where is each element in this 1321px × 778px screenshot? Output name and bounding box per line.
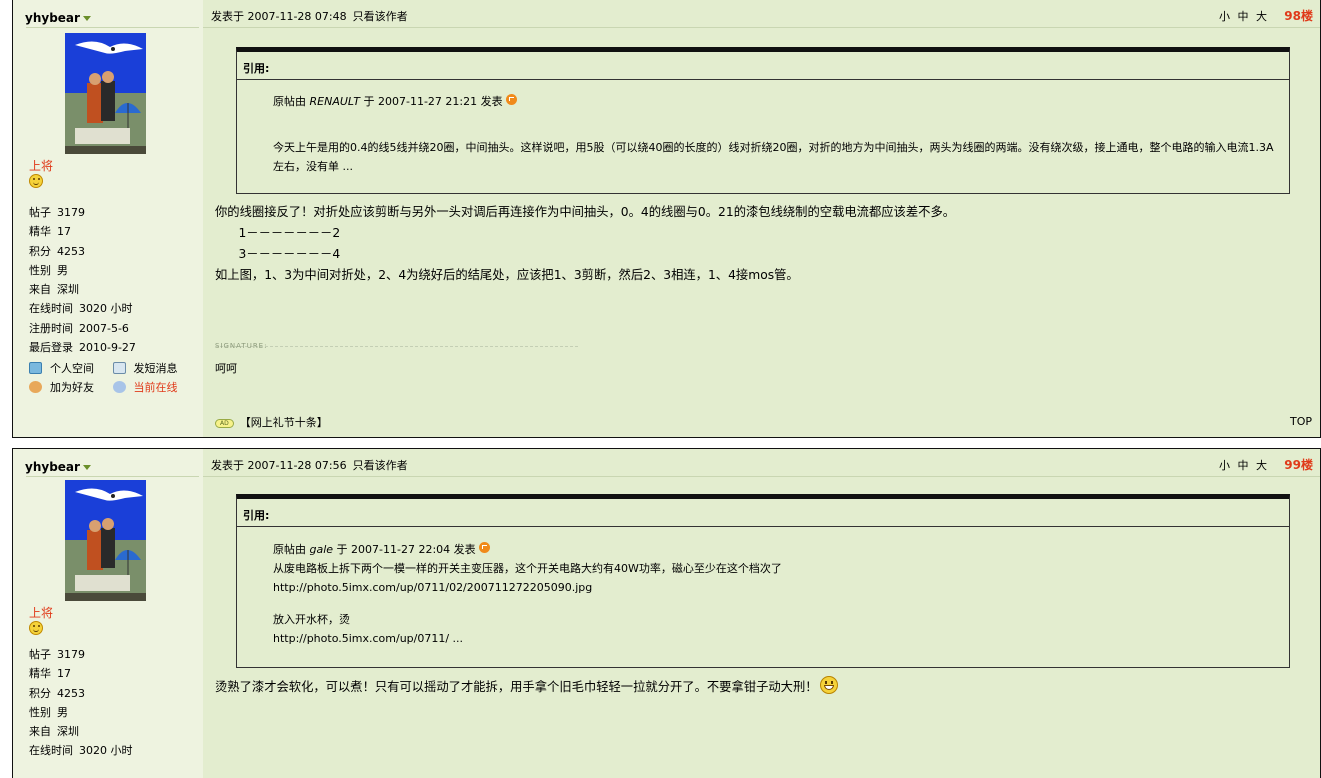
stat-gender: 性别男: [29, 705, 68, 719]
quote-origin: 原帖由 gale 于 2007-11-27 22:04 发表: [273, 540, 1275, 559]
stat-register: 注册时间 2007-5-6: [29, 321, 129, 335]
add-friend-icon: [29, 381, 42, 393]
post-line: 你的线圈接反了！对折处应该剪断与另外一头对调后再连接作为中间抽头，0。4的线圈与…: [215, 205, 956, 219]
quote-origin: 原帖由 RENAULT 于 2007-11-27 21:21 发表: [273, 92, 1275, 111]
stat-location: 来自 深圳: [29, 283, 79, 297]
quote-origin-user[interactable]: gale: [310, 543, 334, 556]
post-line: 3－－－－－－－4: [215, 247, 341, 261]
home-icon: [29, 362, 42, 374]
quote-body: 原帖由 gale 于 2007-11-27 22:04 发表 从废电路板上拆下两…: [273, 540, 1275, 648]
post-header: 发表于 2007-11-28 07:56 只看该作者 小 中 大 99楼: [203, 449, 1320, 477]
post-98: yhybear 上将 帖子 3179 精华 17 积分 4253 性别 男 来自…: [12, 0, 1321, 438]
goto-post-icon[interactable]: [478, 542, 490, 553]
post-main: 发表于 2007-11-28 07:56 只看该作者 小 中 大 99楼 引用: …: [203, 449, 1320, 778]
ad-badge: AD: [215, 419, 234, 428]
font-size-switch[interactable]: 小 中 大: [1219, 457, 1267, 473]
goto-post-icon[interactable]: [505, 94, 517, 105]
personal-space-link[interactable]: 个人空间: [29, 359, 109, 378]
stat-credits: 积分 4253: [29, 686, 85, 700]
post-main: 发表于 2007-11-28 07:48 只看该作者 小 中 大 98楼 引用: …: [203, 0, 1320, 437]
post-line: 如上图，1、3为中间对折处，2、4为绕好后的结尾处，应该把1、3剪断，然后2、3…: [215, 268, 799, 282]
post-99: yhybear 上将 帖子 3179 精华 17 积分 4253 性别 男 来自…: [12, 448, 1321, 778]
online-status: 当前在线: [112, 378, 193, 397]
user-stats: 帖子 3179 精华 17 积分 4253 性别男 来自 深圳 在线时间 3020 小时 …: [29, 203, 136, 357]
user-rank: 上将: [29, 159, 54, 173]
post-body: 烫熟了漆才会软化，可以煮！只有可以摇动了才能拆，用手拿个旧毛巾轻轻一拉就分开了。…: [215, 676, 1300, 698]
user-sidebar: yhybear 上将 帖子 3179 精华 17 积分 4253 性别 男 来自…: [13, 0, 203, 437]
font-size-switch[interactable]: 小 中 大: [1219, 8, 1267, 24]
quote-text: 今天上午是用的0.4的线5线并绕20圈，中间抽头。这样说吧，用5股（可以绕40圈…: [273, 141, 1274, 173]
send-message-link[interactable]: 发短消息: [112, 359, 193, 378]
post-header: 发表于 2007-11-28 07:48 只看该作者 小 中 大 98楼: [203, 0, 1320, 28]
only-author-link[interactable]: 只看该作者: [353, 459, 408, 472]
quote-box: 引用: 原帖由 gale 于 2007-11-27 22:04 发表 从废电路板…: [236, 494, 1290, 668]
quote-body: 原帖由 RENAULT 于 2007-11-27 21:21 发表 今天上午是用…: [273, 92, 1275, 176]
stat-digest: 精华 17: [29, 667, 71, 681]
user-links: 个人空间 发短消息 加为好友 当前在线: [29, 359, 193, 397]
stat-posts: 帖子 3179: [29, 648, 85, 661]
quote-link[interactable]: http://photo.5imx.com/up/0711/ ...: [273, 629, 1275, 648]
avatar[interactable]: [65, 480, 146, 601]
quote-title: 引用:: [243, 62, 270, 75]
smile-icon: [29, 174, 43, 188]
signature: 呵呵: [215, 362, 237, 375]
username[interactable]: yhybear: [25, 11, 91, 25]
stat-credits: 积分 4253: [29, 244, 85, 258]
user-sidebar: yhybear 上将 帖子 3179 精华 17 积分 4253 性别 男 来自…: [13, 449, 203, 778]
message-icon: [112, 362, 126, 374]
floor-number: 98楼: [1284, 9, 1313, 23]
quote-text: 放入开水杯，烫: [273, 613, 350, 626]
grin-emoticon-icon: [819, 676, 838, 694]
floor-number: 99楼: [1284, 458, 1313, 472]
avatar[interactable]: [65, 33, 146, 154]
signature-label: SIGNATURE:: [215, 342, 268, 350]
post-time: 发表于 2007-11-28 07:56: [211, 459, 347, 472]
username[interactable]: yhybear: [25, 460, 91, 474]
stat-online-time: 在线时间 3020 小时: [29, 302, 133, 316]
post-line: 1－－－－－－－2: [215, 226, 341, 240]
quote-link[interactable]: http://photo.5imx.com/up/0711/02/2007112…: [273, 578, 1275, 597]
ad-link[interactable]: AD 【网上礼节十条】: [215, 414, 328, 430]
stat-online-time: 在线时间 3020 小时: [29, 744, 133, 758]
post-time: 发表于 2007-11-28 07:48: [211, 10, 347, 23]
only-author-link[interactable]: 只看该作者: [353, 10, 408, 23]
post-line: 烫熟了漆才会软化，可以煮！只有可以摇动了才能拆，用手拿个旧毛巾轻轻一拉就分开了。…: [215, 676, 1300, 698]
user-rank: 上将: [29, 606, 54, 620]
dropdown-arrow-icon[interactable]: [82, 16, 91, 21]
quote-box: 引用: 原帖由 RENAULT 于 2007-11-27 21:21 发表 今天…: [236, 47, 1290, 194]
stat-last-login: 最后登录 2010-9-27: [29, 341, 136, 355]
top-link[interactable]: TOP: [1290, 415, 1312, 428]
stat-gender: 性别男: [29, 263, 68, 277]
quote-text: 从废电路板上拆下两个一模一样的开关主变压器，这个开关电路大约有40W功率，磁心至…: [273, 562, 782, 575]
stat-posts: 帖子 3179: [29, 206, 85, 219]
user-online-icon: [112, 381, 126, 393]
post-body: 你的线圈接反了！对折处应该剪断与另外一头对调后再连接作为中间抽头，0。4的线圈与…: [215, 202, 1300, 286]
stat-digest: 精华 17: [29, 225, 71, 239]
add-friend-link[interactable]: 加为好友: [29, 378, 109, 397]
stat-location: 来自 深圳: [29, 725, 79, 739]
user-stats: 帖子 3179 精华 17 积分 4253 性别男 来自 深圳 在线时间 3020 小时: [29, 645, 133, 761]
smile-icon: [29, 621, 43, 635]
dropdown-arrow-icon[interactable]: [82, 465, 91, 470]
quote-title: 引用:: [243, 509, 270, 522]
quote-origin-user[interactable]: RENAULT: [310, 95, 361, 108]
